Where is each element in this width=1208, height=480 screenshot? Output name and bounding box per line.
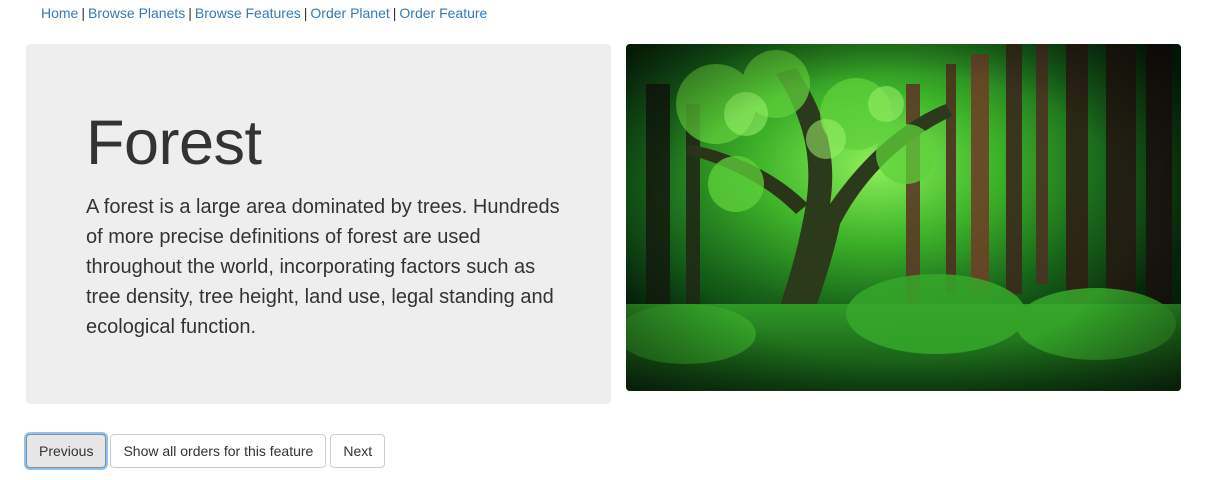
feature-description: A forest is a large area dominated by tr… — [86, 196, 560, 338]
feature-title: Forest — [86, 108, 262, 178]
next-button[interactable]: Next — [330, 434, 386, 468]
feature-actions: Previous Show all orders for this featur… — [26, 434, 386, 468]
nav-link-browse-planets[interactable]: Browse Planets — [88, 5, 185, 21]
feature-jumbotron: Forest A forest is a large area dominate… — [26, 44, 611, 404]
top-nav: Home | Browse Planets | Browse Features | Orde… — [41, 4, 487, 22]
nav-link-browse-features[interactable]: Browse Features — [195, 5, 301, 21]
nav-link-order-feature[interactable]: Order Feature — [399, 5, 487, 21]
nav-separator: | — [81, 5, 85, 21]
nav-link-home[interactable]: Home — [41, 5, 78, 21]
nav-separator: | — [392, 5, 397, 21]
previous-button[interactable]: Previous — [26, 434, 107, 468]
nav-separator: | — [303, 5, 308, 21]
nav-link-order-planet[interactable]: Order Planet — [310, 5, 389, 21]
forest-photo-illustration — [626, 44, 1181, 391]
feature-image — [626, 44, 1181, 391]
nav-separator: | — [188, 5, 192, 21]
show-orders-button[interactable]: Show all orders for this feature — [110, 434, 327, 468]
